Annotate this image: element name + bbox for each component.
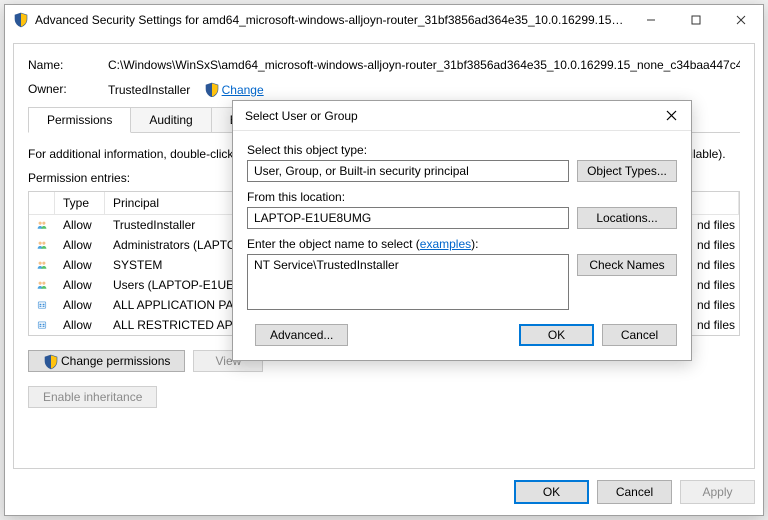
col-type[interactable]: Type	[55, 192, 105, 214]
change-owner-link[interactable]: Change	[222, 83, 264, 97]
owner-text: TrustedInstaller	[108, 83, 190, 97]
window-title: Advanced Security Settings for amd64_mic…	[35, 13, 628, 27]
object-name-label: Enter the object name to select (example…	[247, 237, 677, 251]
select-user-group-dialog: Select User or Group Select this object …	[232, 100, 692, 361]
cell-type: Allow	[55, 217, 105, 233]
location-field[interactable]	[247, 207, 569, 229]
users-icon	[29, 279, 55, 291]
object-types-button[interactable]: Object Types...	[577, 160, 677, 182]
cell-applies-to-fragment: nd files	[689, 317, 739, 333]
change-permissions-label: Change permissions	[61, 354, 170, 368]
tab-auditing[interactable]: Auditing	[130, 107, 211, 132]
users-icon	[29, 219, 55, 231]
main-footer: OK Cancel Apply	[13, 477, 755, 507]
dialog-body: Select this object type: Object Types...…	[233, 131, 691, 360]
cancel-button[interactable]: Cancel	[597, 480, 672, 504]
ok-button[interactable]: OK	[514, 480, 589, 504]
cell-applies-to-fragment: nd files	[689, 297, 739, 313]
cell-applies-to-fragment: nd files	[689, 277, 739, 293]
enable-inheritance-button[interactable]: Enable inheritance	[28, 386, 157, 408]
dialog-cancel-button[interactable]: Cancel	[602, 324, 677, 346]
object-name-input[interactable]	[247, 254, 569, 310]
check-names-button[interactable]: Check Names	[577, 254, 677, 276]
shield-icon	[13, 12, 29, 28]
col-icon[interactable]	[29, 192, 55, 214]
location-label: From this location:	[247, 190, 677, 204]
name-value: C:\Windows\WinSxS\amd64_microsoft-window…	[108, 58, 740, 72]
cell-type: Allow	[55, 277, 105, 293]
cell-type: Allow	[55, 317, 105, 333]
maximize-button[interactable]	[673, 5, 718, 35]
dialog-ok-button[interactable]: OK	[519, 324, 594, 346]
users-icon	[29, 259, 55, 271]
shield-icon	[43, 354, 57, 368]
cell-applies-to-fragment: nd files	[689, 237, 739, 253]
package-icon	[29, 299, 55, 311]
advanced-button[interactable]: Advanced...	[255, 324, 348, 346]
cell-applies-to-fragment: nd files	[689, 257, 739, 273]
dialog-close-button[interactable]	[651, 101, 691, 131]
close-button[interactable]	[718, 5, 763, 35]
name-label: Name:	[28, 58, 108, 72]
examples-link[interactable]: examples	[420, 237, 471, 251]
minimize-button[interactable]	[628, 5, 673, 35]
locations-button[interactable]: Locations...	[577, 207, 677, 229]
change-permissions-button[interactable]: Change permissions	[28, 350, 185, 372]
tab-permissions[interactable]: Permissions	[28, 107, 131, 133]
object-type-field[interactable]	[247, 160, 569, 182]
cell-applies-to-fragment: nd files	[689, 217, 739, 233]
owner-value: TrustedInstaller Change	[108, 82, 740, 97]
window-buttons	[628, 5, 763, 35]
users-icon	[29, 239, 55, 251]
package-icon	[29, 319, 55, 331]
owner-label: Owner:	[28, 82, 108, 97]
dialog-title: Select User or Group	[241, 109, 651, 123]
titlebar: Advanced Security Settings for amd64_mic…	[5, 5, 763, 35]
object-type-label: Select this object type:	[247, 143, 677, 157]
shield-icon	[204, 82, 218, 96]
apply-button[interactable]: Apply	[680, 480, 755, 504]
dialog-titlebar: Select User or Group	[233, 101, 691, 131]
cell-type: Allow	[55, 237, 105, 253]
cell-type: Allow	[55, 297, 105, 313]
cell-type: Allow	[55, 257, 105, 273]
